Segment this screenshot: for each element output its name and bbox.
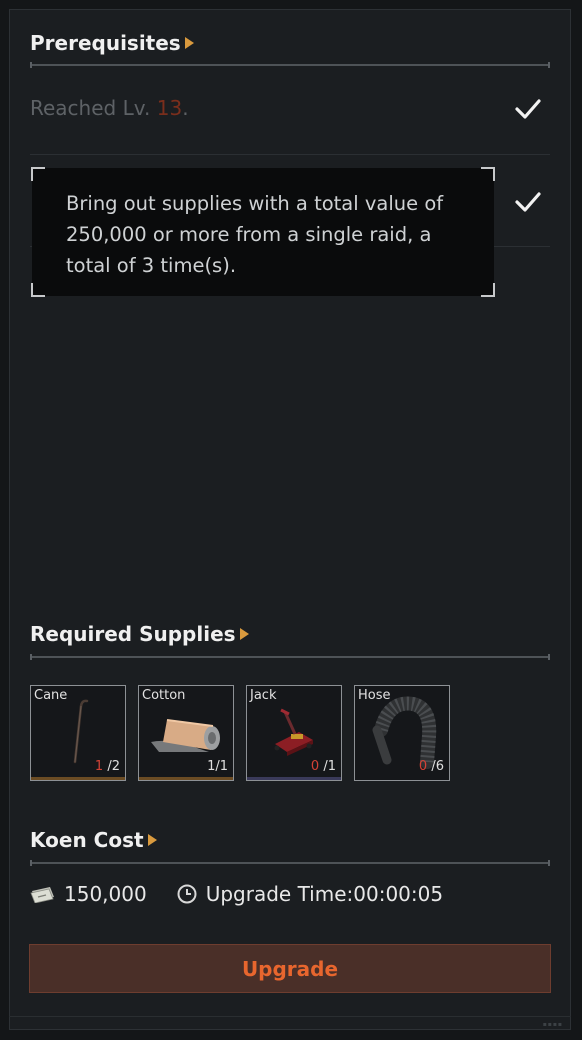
prerequisites-heading: Prerequisites <box>30 31 194 55</box>
level-requirement-suffix: . <box>182 96 189 120</box>
item-have: 0 <box>418 759 428 774</box>
item-count: 1 /2 <box>95 759 120 774</box>
item-name: Jack <box>250 688 277 703</box>
item-rarity-bar <box>139 777 233 780</box>
row-divider <box>30 154 550 155</box>
tooltip-text: Bring out supplies with a total value of… <box>66 192 444 277</box>
supply-items: Cane 1 /2 Cotton 1/1 Jack 0 /1 Hose 0 /6 <box>30 685 450 781</box>
supply-item-hose[interactable]: Hose 0 /6 <box>354 685 450 781</box>
divider <box>30 62 550 68</box>
item-name: Cane <box>34 688 68 703</box>
tooltip-corner <box>481 167 495 181</box>
upgrade-time: Upgrade Time:00:00:05 <box>205 882 444 906</box>
item-count: 0 /1 <box>311 759 336 774</box>
checkmark-icon <box>515 99 541 119</box>
supply-item-jack[interactable]: Jack 0 /1 <box>246 685 342 781</box>
expand-arrow-icon <box>184 37 194 49</box>
clock-icon <box>177 884 197 904</box>
money-icon <box>30 887 54 903</box>
tooltip-corner <box>31 283 45 297</box>
required-supplies-heading: Required Supplies <box>30 622 249 646</box>
item-rarity-bar <box>31 777 125 780</box>
expand-arrow-icon <box>147 834 157 846</box>
level-requirement-label: Reached Lv. <box>30 96 157 120</box>
tooltip-corner <box>481 283 495 297</box>
item-have: 1 <box>94 759 104 774</box>
upgrade-button[interactable]: Upgrade <box>29 944 551 993</box>
resize-grip-icon[interactable]: ▪▪▪▪ <box>543 1021 563 1028</box>
level-requirement: Reached Lv. 13. <box>30 96 189 120</box>
supply-item-cotton[interactable]: Cotton 1/1 <box>138 685 234 781</box>
koen-cost-heading: Koen Cost <box>30 828 157 852</box>
item-need: /1 <box>323 759 336 774</box>
divider <box>30 654 550 660</box>
koen-cost-amount: 150,000 <box>64 882 147 906</box>
upgrade-panel <box>9 9 571 1030</box>
checkmark-icon <box>515 192 541 212</box>
level-requirement-value: 13 <box>156 96 183 120</box>
koen-cost-title: Koen Cost <box>30 828 144 852</box>
supply-item-cane[interactable]: Cane 1 /2 <box>30 685 126 781</box>
item-rarity-bar <box>247 777 341 780</box>
item-count: 0 /6 <box>419 759 444 774</box>
item-count: 1/1 <box>207 759 228 774</box>
item-need: /6 <box>431 759 444 774</box>
expand-arrow-icon <box>239 628 249 640</box>
prerequisites-title: Prerequisites <box>30 31 181 55</box>
divider <box>30 860 550 866</box>
item-need: /2 <box>107 759 120 774</box>
required-supplies-title: Required Supplies <box>30 622 236 646</box>
item-name: Hose <box>358 688 391 703</box>
item-have: 0 <box>310 759 320 774</box>
item-name: Cotton <box>142 688 186 703</box>
panel-footer: ▪▪▪▪ <box>9 1016 571 1030</box>
tooltip-corner <box>31 167 45 181</box>
item-need: /1 <box>215 759 228 774</box>
cost-row: 150,000 Upgrade Time:00:00:05 <box>30 882 443 906</box>
requirement-tooltip: Bring out supplies with a total value of… <box>31 167 495 297</box>
